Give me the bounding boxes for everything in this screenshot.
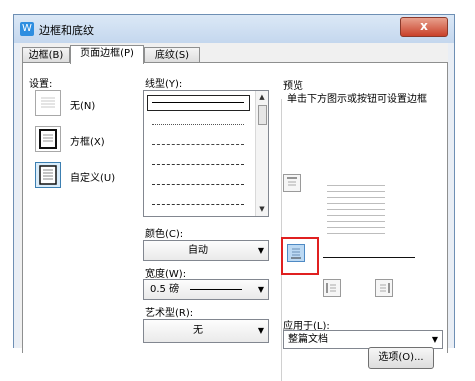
chevron-down-icon: ▼ — [257, 246, 264, 255]
setting-custom-icon[interactable] — [35, 162, 61, 188]
window-title: 边框和底纹 — [39, 24, 94, 37]
right-border-button[interactable] — [375, 279, 393, 297]
line-style-dotted[interactable] — [152, 124, 244, 125]
line-style-long-dash[interactable] — [152, 204, 244, 205]
line-style-dash[interactable] — [152, 164, 244, 165]
setting-box-icon[interactable] — [35, 126, 61, 152]
color-value: 自动 — [188, 245, 208, 256]
scroll-up-icon[interactable]: ▲ — [257, 92, 267, 102]
tab-shading[interactable]: 底纹(S) — [144, 47, 200, 63]
left-border-button[interactable] — [323, 279, 341, 297]
line-style-selected[interactable] — [147, 95, 250, 111]
scroll-thumb[interactable] — [258, 105, 267, 125]
color-select[interactable]: 自动 ▼ — [143, 240, 269, 261]
width-label: 宽度(W): — [145, 269, 187, 280]
setting-none-icon[interactable] — [35, 90, 61, 116]
dialog-client: 边框(B) 页面边框(P) 底纹(S) 设置: 无(N) 方框(X) 自定义(U… — [20, 43, 448, 381]
scroll-down-icon[interactable]: ▼ — [257, 204, 267, 214]
apply-to-value: 整篇文档 — [288, 334, 328, 345]
title-bar: W 边框和底纹 x — [14, 15, 454, 43]
setting-box-label[interactable]: 方框(X) — [70, 133, 105, 148]
width-line-sample — [190, 289, 242, 290]
highlight-box — [281, 237, 319, 275]
preview-hint: 单击下方图示或按钮可设置边框 — [287, 94, 427, 105]
art-select[interactable]: 无 ▼ — [143, 319, 269, 343]
line-style-dash-dot[interactable] — [152, 184, 244, 185]
setting-none-label[interactable]: 无(N) — [70, 97, 95, 112]
art-value: 无 — [193, 325, 203, 336]
top-border-button[interactable] — [283, 174, 301, 192]
settings-label: 设置: — [29, 79, 53, 90]
line-style-list[interactable]: ▲ ▼ — [143, 90, 269, 217]
width-value: 0.5 磅 — [150, 284, 180, 295]
chevron-down-icon: ▼ — [431, 335, 438, 344]
line-style-scrollbar[interactable]: ▲ ▼ — [255, 91, 268, 216]
art-label: 艺术型(R): — [145, 308, 194, 319]
app-icon: W — [20, 22, 34, 36]
color-label: 颜色(C): — [145, 229, 184, 240]
options-button[interactable]: 选项(O)... — [368, 347, 434, 369]
preview-bottom-border — [323, 257, 415, 258]
tab-page-border[interactable]: 页面边框(P) — [70, 45, 144, 64]
tab-borders[interactable]: 边框(B) — [22, 47, 70, 63]
chevron-down-icon: ▼ — [257, 285, 264, 294]
line-style-dash-small[interactable] — [152, 144, 244, 145]
page-border-panel: 设置: 无(N) 方框(X) 自定义(U) 线型(Y): ▲ ▼ 颜色(C): … — [22, 62, 448, 381]
chevron-down-icon: ▼ — [257, 326, 264, 335]
close-button[interactable]: x — [400, 17, 448, 37]
borders-dialog: W 边框和底纹 x 边框(B) 页面边框(P) 底纹(S) 设置: 无(N) 方… — [13, 14, 455, 381]
setting-custom-label[interactable]: 自定义(U) — [70, 169, 115, 184]
line-style-label: 线型(Y): — [145, 79, 183, 90]
width-select[interactable]: 0.5 磅 ▼ — [143, 279, 269, 300]
